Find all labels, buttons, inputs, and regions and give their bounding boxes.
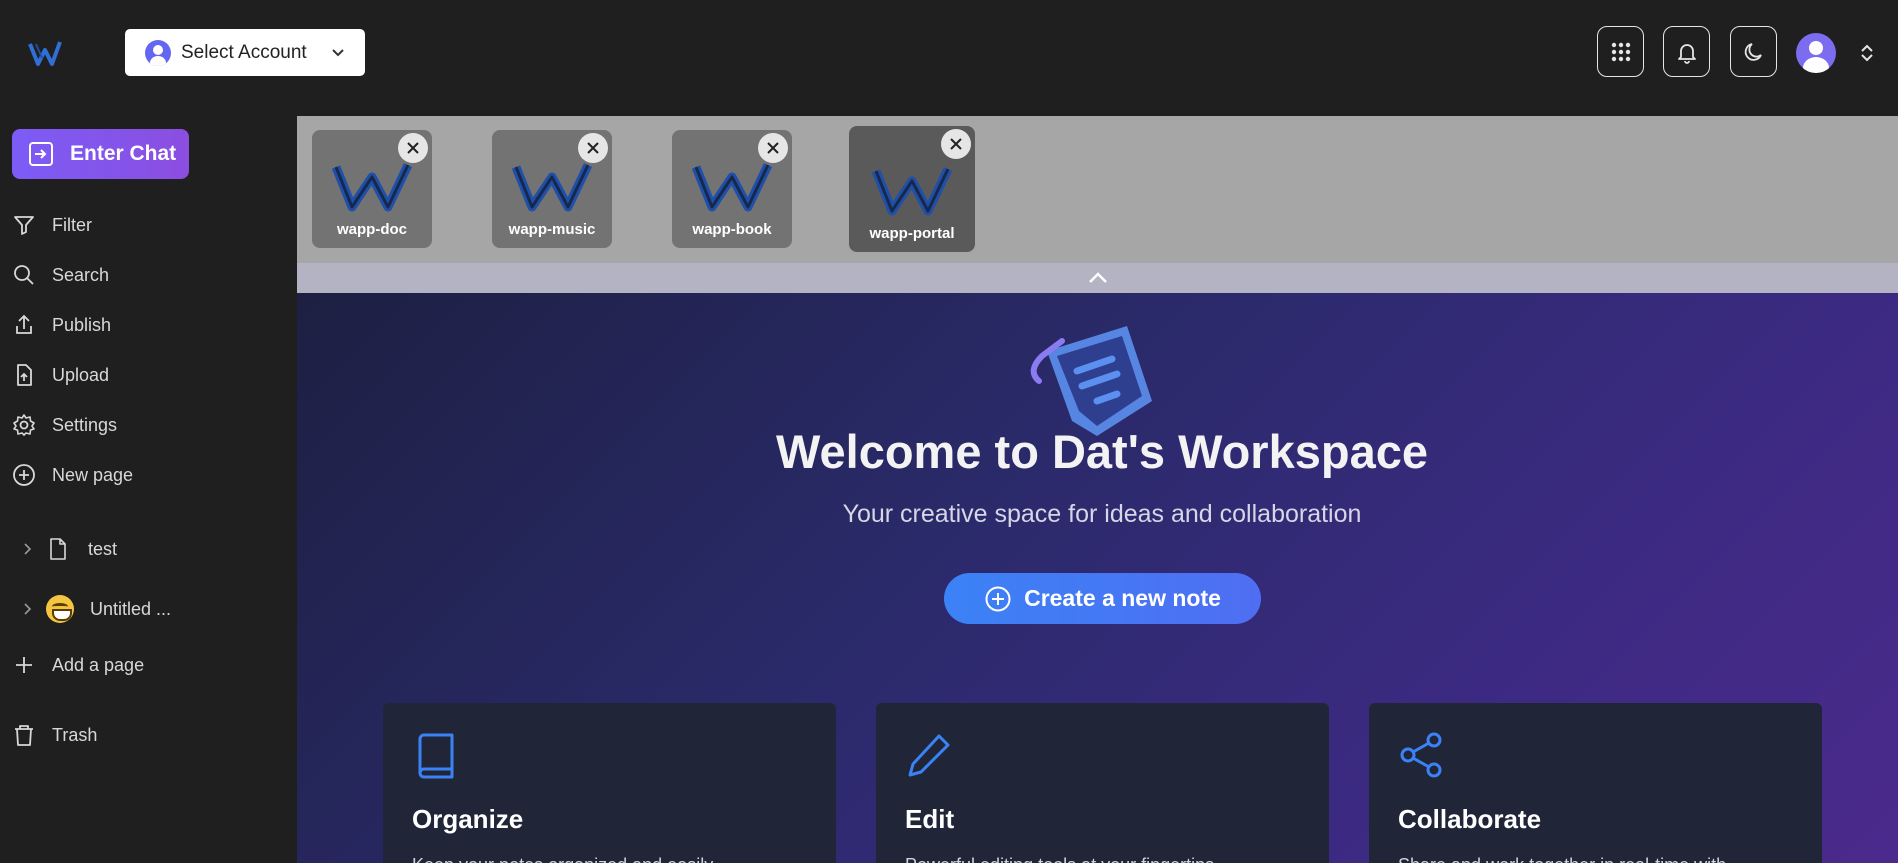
add-page-label: Add a page: [52, 654, 145, 675]
card-description: Powerful editing tools at your fingertip…: [905, 855, 1300, 863]
feature-card-edit: Edit Powerful editing tools at your fing…: [876, 703, 1329, 863]
card-title: Organize: [412, 804, 524, 834]
sidebar-item-label: Publish: [52, 314, 112, 335]
wapp-logo-icon: [512, 163, 592, 212]
chevron-up-icon: [1088, 272, 1107, 283]
account-select[interactable]: Select Account: [125, 29, 365, 76]
tray-collapse-toggle[interactable]: [297, 263, 1898, 293]
sidebar-item-search[interactable]: Search: [12, 258, 282, 292]
page-item-label: test: [88, 538, 118, 559]
card-description: Keep your notes organized and easily: [412, 855, 807, 863]
plus-circle-icon: [985, 586, 1011, 611]
sidebar-item-label: New page: [52, 464, 134, 485]
feature-card-organize: Organize Keep your notes organized and e…: [383, 703, 836, 863]
search-icon: [14, 265, 34, 285]
share-icon: [1400, 732, 1442, 778]
top-bar: Select Account: [0, 0, 1898, 116]
wapp-logo-icon: [692, 163, 772, 212]
gear-icon: [13, 414, 35, 436]
chevron-updown-icon[interactable]: [1859, 43, 1875, 63]
publish-icon: [16, 314, 32, 334]
wapp-logo-icon: [332, 163, 412, 212]
pencil-icon: [908, 734, 950, 777]
bell-icon: [1677, 43, 1696, 64]
sidebar-item-upload[interactable]: Upload: [12, 358, 282, 392]
feature-card-collaborate: Collaborate Share and work together in r…: [1369, 703, 1822, 863]
app-tile-wapp-book[interactable]: wapp-book: [672, 130, 792, 248]
grin-emoji-icon: [46, 595, 74, 623]
create-note-button[interactable]: Create a new note: [944, 573, 1261, 624]
app-tile-label: wapp-doc: [337, 221, 407, 238]
close-icon: [950, 138, 962, 150]
trash-icon: [15, 725, 33, 746]
notifications-button[interactable]: [1663, 26, 1710, 77]
app-tile-label: wapp-book: [692, 221, 772, 238]
main-content: wapp-doc wapp-music wapp-book wapp-porta…: [297, 116, 1898, 863]
apps-grid-icon: [1611, 42, 1630, 61]
app-tile-wapp-portal[interactable]: wapp-portal: [849, 126, 975, 252]
wapp-logo-icon: [872, 167, 952, 216]
close-icon: [767, 142, 779, 154]
user-avatar[interactable]: [1796, 33, 1836, 73]
user-icon: [145, 39, 171, 66]
app-tile-wapp-doc[interactable]: wapp-doc: [312, 130, 432, 248]
moon-icon: [1744, 42, 1762, 61]
add-page-button[interactable]: Add a page: [12, 648, 282, 682]
card-title: Edit: [905, 804, 955, 834]
theme-toggle-button[interactable]: [1730, 26, 1777, 77]
filter-icon: [14, 216, 34, 235]
book-icon: [418, 733, 454, 779]
sidebar-item-filter[interactable]: Filter: [12, 208, 282, 242]
close-icon: [407, 142, 419, 154]
apps-button[interactable]: [1597, 26, 1644, 77]
page-item-test[interactable]: test: [20, 529, 280, 569]
sidebar-item-publish[interactable]: Publish: [12, 308, 282, 342]
sidebar-item-label: Filter: [52, 214, 92, 235]
upload-icon: [17, 364, 32, 386]
create-note-label: Create a new note: [1024, 585, 1221, 611]
chevron-right-icon[interactable]: [20, 542, 34, 556]
close-button[interactable]: [941, 129, 971, 159]
enter-icon: [29, 142, 53, 166]
sidebar-item-new-page[interactable]: New page: [12, 458, 282, 492]
app-logo-icon[interactable]: [28, 38, 62, 68]
sidebar-item-label: Upload: [52, 364, 110, 385]
close-button[interactable]: [398, 133, 428, 163]
card-title: Collaborate: [1398, 804, 1542, 834]
sidebar: Enter Chat Filter Search Publish Upload …: [0, 116, 297, 863]
card-description: Share and work together in real-time wit…: [1398, 855, 1793, 863]
close-icon: [587, 142, 599, 154]
plus-icon: [16, 657, 32, 673]
close-button[interactable]: [578, 133, 608, 163]
close-button[interactable]: [758, 133, 788, 163]
account-select-label: Select Account: [181, 41, 307, 63]
sidebar-item-label: Trash: [52, 724, 98, 745]
page-item-label: Untitled ...: [90, 598, 172, 619]
chevron-down-icon: [332, 48, 344, 56]
chevron-right-icon[interactable]: [20, 602, 34, 616]
plus-circle-icon: [13, 464, 35, 486]
app-launcher-tray: wapp-doc wapp-music wapp-book wapp-porta…: [297, 116, 1898, 263]
page-item-untitled[interactable]: Untitled ...: [20, 589, 280, 629]
sidebar-item-trash[interactable]: Trash: [12, 718, 282, 752]
app-tile-wapp-music[interactable]: wapp-music: [492, 130, 612, 248]
enter-chat-button[interactable]: Enter Chat: [12, 129, 189, 179]
app-tile-label: wapp-music: [508, 221, 596, 238]
sidebar-item-label: Settings: [52, 414, 118, 435]
file-icon: [50, 538, 66, 560]
enter-chat-label: Enter Chat: [70, 142, 177, 165]
sidebar-item-settings[interactable]: Settings: [12, 408, 282, 442]
page-subtitle: Your creative space for ideas and collab…: [842, 500, 1362, 528]
sidebar-item-label: Search: [52, 264, 110, 285]
page-title: Welcome to Dat's Workspace: [776, 425, 1428, 478]
app-tile-label: wapp-portal: [869, 225, 955, 242]
